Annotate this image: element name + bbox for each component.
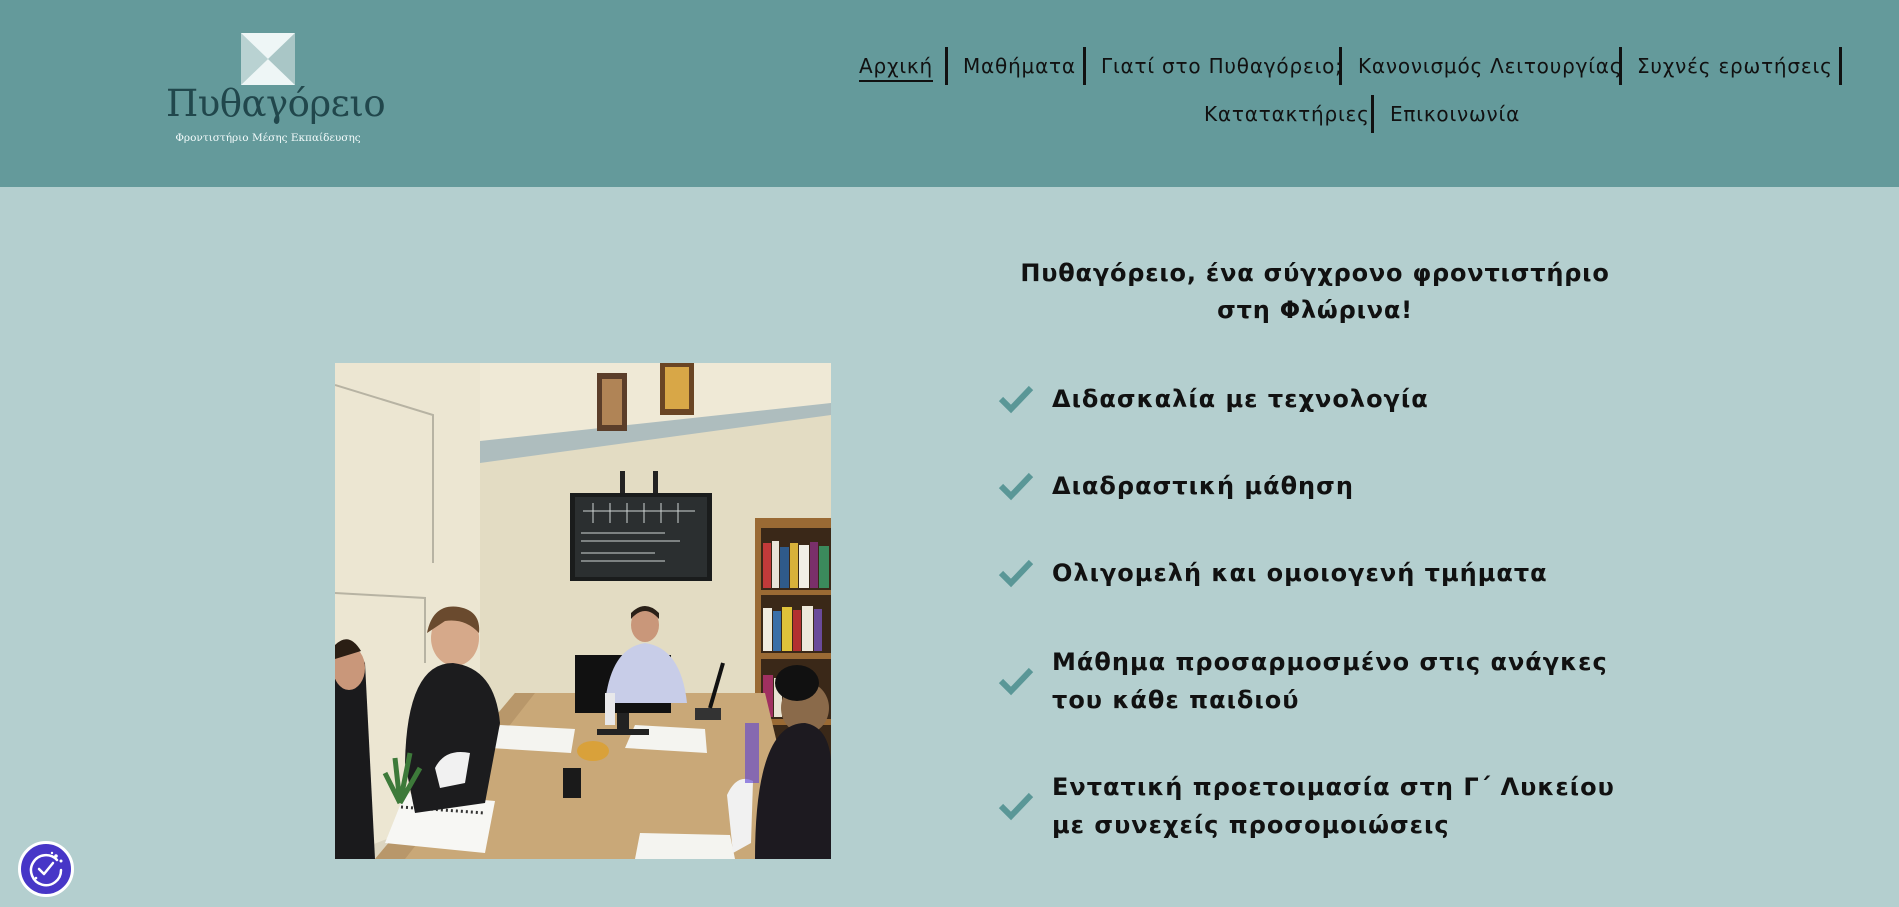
feature-text: Εντατική προετοιμασία στη Γ΄ Λυκείου με … xyxy=(1052,773,1615,839)
check-icon xyxy=(998,667,1034,696)
nav-link-faq[interactable]: Συχνές ερωτήσεις xyxy=(1637,54,1833,78)
nav-link-courses[interactable]: Μαθήματα xyxy=(963,54,1076,78)
nav-separator xyxy=(1083,47,1086,85)
check-icon xyxy=(998,792,1034,821)
nav-separator xyxy=(1619,47,1622,85)
site-logo[interactable]: Πυθαγόρειο Φροντιστήριο Μέσης Εκπαίδευση… xyxy=(166,33,386,148)
check-icon xyxy=(998,559,1034,588)
feature-item: Ολιγομελή και ομοιογενή τμήματα xyxy=(998,554,1622,592)
intro-headline: Πυθαγόρειο, ένα σύγχρονο φροντιστήριο στ… xyxy=(1020,259,1610,324)
check-icon xyxy=(998,385,1034,414)
nav-link-why-us[interactable]: Γιατί στο Πυθαγόρειο; xyxy=(1101,54,1343,78)
check-icon xyxy=(998,472,1034,501)
nav-separator xyxy=(1839,47,1842,85)
cookie-consent-button[interactable] xyxy=(18,841,74,897)
feature-text: Διδασκαλία με τεχνολογία xyxy=(1052,385,1429,413)
nav-separator xyxy=(1339,47,1342,85)
feature-item: Διδασκαλία με τεχνολογία xyxy=(998,380,1622,418)
nav-link-rules[interactable]: Κανονισμός Λειτουργίας xyxy=(1358,54,1622,78)
cookie-consent-icon xyxy=(29,851,63,887)
classroom-photo xyxy=(335,363,831,859)
nav-separator xyxy=(945,47,948,85)
nav-separator xyxy=(1371,95,1374,133)
nav-link-placement-exams[interactable]: Κατατακτήριες xyxy=(1204,102,1370,126)
brand-subtitle: Φροντιστήριο Μέσης Εκπαίδευσης xyxy=(175,132,361,144)
site-header: Πυθαγόρειο Φροντιστήριο Μέσης Εκπαίδευση… xyxy=(0,0,1899,187)
feature-item: Διαδραστική μάθηση xyxy=(998,467,1622,505)
feature-item: Εντατική προετοιμασία στη Γ΄ Λυκείου με … xyxy=(998,768,1622,844)
feature-text: Μάθημα προσαρμοσμένο στις ανάγκες του κά… xyxy=(1052,648,1608,714)
feature-item: Μάθημα προσαρμοσμένο στις ανάγκες του κά… xyxy=(998,643,1622,719)
logo-mark-icon xyxy=(241,33,295,85)
nav-link-home[interactable]: Αρχική xyxy=(859,54,933,82)
feature-text: Ολιγομελή και ομοιογενή τμήματα xyxy=(1052,559,1548,587)
feature-text: Διαδραστική μάθηση xyxy=(1052,472,1354,500)
brand-name: Πυθαγόρειο xyxy=(166,82,386,125)
nav-link-contact[interactable]: Επικοινωνία xyxy=(1390,102,1520,126)
